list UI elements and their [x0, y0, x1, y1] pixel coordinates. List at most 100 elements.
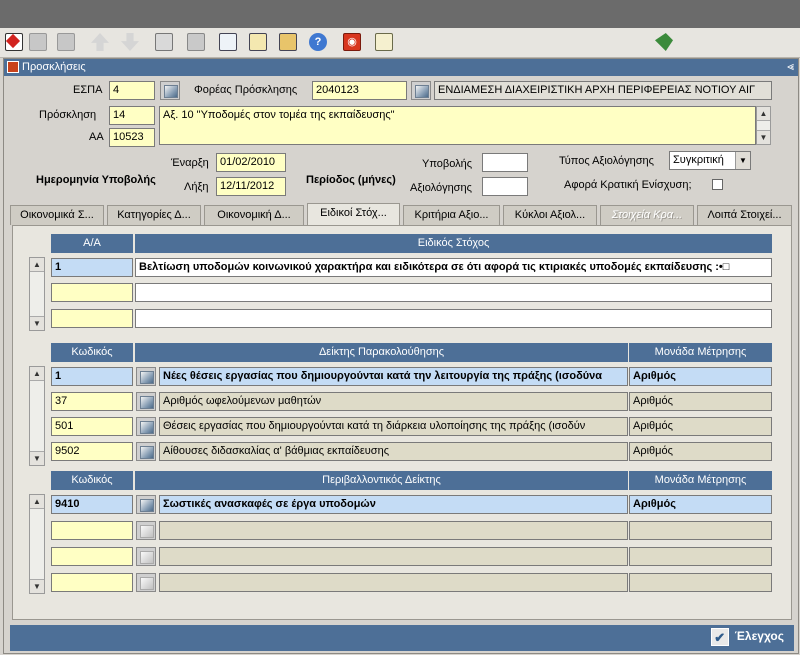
pin-icon[interactable] [652, 30, 676, 54]
scroll-down-icon[interactable]: ▼ [30, 316, 44, 330]
indicator-lov-button[interactable] [136, 442, 156, 461]
lixi-field[interactable]: 12/11/2012 [216, 177, 286, 196]
indicator-name[interactable]: Θέσεις εργασίας που δημιουργούνται κατά … [159, 417, 628, 436]
indicator-code[interactable]: 1 [51, 367, 133, 386]
environmental-unit[interactable]: Αριθμός [629, 495, 772, 514]
up-arrow-icon[interactable] [88, 30, 112, 54]
check-cursor-icon[interactable] [2, 30, 26, 54]
objective-text[interactable] [135, 309, 772, 328]
indicator-name[interactable]: Νέες θέσεις εργασίας που δημιουργούνται … [159, 367, 628, 386]
objective-aa[interactable] [51, 283, 133, 302]
espa-field[interactable]: 4 [109, 81, 155, 100]
col-header-monada: Μονάδα Μέτρησης [629, 343, 772, 362]
environmental-code[interactable]: 9410 [51, 495, 133, 514]
indicators-scrollbar[interactable]: ▲ ▼ [29, 366, 45, 466]
scroll-up-icon[interactable]: ▲ [757, 107, 770, 121]
down-arrow-icon[interactable] [118, 30, 142, 54]
grid-icon[interactable] [54, 30, 78, 54]
scroll-down-icon[interactable]: ▼ [30, 579, 44, 593]
paste-icon[interactable] [276, 30, 300, 54]
minimize-icon[interactable]: ⪡ [787, 59, 794, 74]
edit-icon[interactable] [216, 30, 240, 54]
objective-text[interactable]: Βελτίωση υποδομών κοινωνικού χαρακτήρα κ… [135, 258, 772, 277]
scroll-down-icon[interactable]: ▼ [30, 451, 44, 465]
print-icon[interactable] [152, 30, 176, 54]
axiologisis-field[interactable] [482, 177, 528, 196]
indicator-code[interactable]: 501 [51, 417, 133, 436]
objective-aa[interactable] [51, 309, 133, 328]
environmental-code[interactable] [51, 521, 133, 540]
elegxos-button[interactable]: ✔ Έλεγχος [710, 628, 784, 646]
chevron-down-icon[interactable]: ▼ [735, 152, 750, 169]
environmental-name[interactable] [159, 521, 628, 540]
tab-loipa-stoixeia[interactable]: Λοιπά Στοιχεί... [697, 205, 792, 225]
scroll-down-icon[interactable]: ▼ [757, 130, 770, 144]
indicator-unit[interactable]: Αριθμός [629, 367, 772, 386]
scroll-up-icon[interactable]: ▲ [30, 258, 44, 272]
foreas-code-field[interactable]: 2040123 [312, 81, 407, 100]
indicator-name[interactable]: Αριθμός ωφελούμενων μαθητών [159, 392, 628, 411]
tab-eidikoi-stoxoi[interactable]: Ειδικοί Στόχ... [307, 203, 400, 226]
indicator-unit[interactable]: Αριθμός [629, 442, 772, 461]
indicator-lov-button[interactable] [136, 417, 156, 436]
environmental-name[interactable] [159, 573, 628, 592]
indicator-lov-button[interactable] [136, 367, 156, 386]
kratiki-label: Αφορά Κρατική Ενίσχυση; [564, 179, 692, 191]
prosklisi-label: Πρόσκληση [39, 109, 97, 121]
typos-label: Τύπος Αξιολόγησης [559, 155, 654, 167]
os-title-strip [0, 0, 800, 28]
environmental-unit[interactable] [629, 521, 772, 540]
col-header-aa: Α/Α [51, 234, 133, 253]
kratiki-checkbox[interactable] [712, 179, 723, 190]
objective-aa[interactable]: 1 [51, 258, 133, 277]
exit-icon[interactable]: ◉ [340, 30, 364, 54]
indicator-code[interactable]: 9502 [51, 442, 133, 461]
indicator-code[interactable]: 37 [51, 392, 133, 411]
enarxi-field[interactable]: 01/02/2010 [216, 153, 286, 172]
tab-kritiria-axiologisis[interactable]: Κριτήρια Αξιο... [403, 205, 500, 225]
ypovolis-field[interactable] [482, 153, 528, 172]
scroll-up-icon[interactable]: ▲ [30, 367, 44, 381]
objectives-scrollbar[interactable]: ▲ ▼ [29, 257, 45, 331]
aa-field[interactable]: 10523 [109, 128, 155, 147]
environmental-scrollbar[interactable]: ▲ ▼ [29, 494, 45, 594]
objective-text[interactable] [135, 283, 772, 302]
environmental-lov-button[interactable] [136, 495, 156, 514]
indicator-lov-button[interactable] [136, 392, 156, 411]
grid-icon[interactable] [26, 30, 50, 54]
environmental-name[interactable] [159, 547, 628, 566]
print-icon[interactable] [184, 30, 208, 54]
copy-icon[interactable] [246, 30, 270, 54]
environmental-lov-button[interactable] [136, 573, 156, 592]
environmental-code[interactable] [51, 573, 133, 592]
ypovolis-label: Υποβολής [422, 158, 473, 170]
help-icon[interactable]: ? [306, 30, 330, 54]
indicator-name[interactable]: Αίθουσες διδασκαλίας α' βάθμιας εκπαίδευ… [159, 442, 628, 461]
prosklisi-scrollbar[interactable]: ▲ ▼ [756, 106, 771, 145]
indicator-unit[interactable]: Αριθμός [629, 417, 772, 436]
foreas-lov-button[interactable] [411, 81, 431, 100]
eidikoi-stoxoi-panel: Α/Α Ειδικός Στόχος ▲ ▼ 1 Βελτίωση υποδομ… [12, 225, 792, 620]
foreas-name-field[interactable]: ΕΝΔΙΑΜΕΣΗ ΔΙΑΧΕΙΡΙΣΤΙΚΗ ΑΡΧΗ ΠΕΡΙΦΕΡΕΙΑΣ… [434, 81, 772, 100]
environmental-code[interactable] [51, 547, 133, 566]
prosklisi-description[interactable]: Αξ. 10 "Υποδομές στον τομέα της εκπαίδευ… [159, 106, 756, 145]
tab-katigories-dapanon[interactable]: Κατηγορίες Δ... [107, 205, 201, 225]
tab-kykloi-axiologisis[interactable]: Κύκλοι Αξιολ... [503, 205, 597, 225]
window-icon [7, 61, 19, 73]
col-header-kodikos: Κωδικός [51, 471, 133, 490]
document-icon[interactable] [372, 30, 396, 54]
environmental-unit[interactable] [629, 547, 772, 566]
scroll-up-icon[interactable]: ▲ [30, 495, 44, 509]
espa-lov-button[interactable] [160, 81, 180, 100]
espa-label: ΕΣΠΑ [73, 84, 103, 96]
environmental-unit[interactable] [629, 573, 772, 592]
environmental-name[interactable]: Σωστικές ανασκαφές σε έργα υποδομών [159, 495, 628, 514]
prosklisi-field[interactable]: 14 [109, 106, 155, 125]
indicator-unit[interactable]: Αριθμός [629, 392, 772, 411]
environmental-lov-button[interactable] [136, 521, 156, 540]
typos-select[interactable]: Συγκριτική ▼ [669, 151, 751, 170]
tab-oikonomiki-diarthrosi[interactable]: Οικονομική Δ... [204, 205, 304, 225]
bottom-bar: ✔ Έλεγχος [10, 625, 794, 651]
environmental-lov-button[interactable] [136, 547, 156, 566]
tab-oikonomika-stoixeia[interactable]: Οικονομικά Σ... [10, 205, 104, 225]
